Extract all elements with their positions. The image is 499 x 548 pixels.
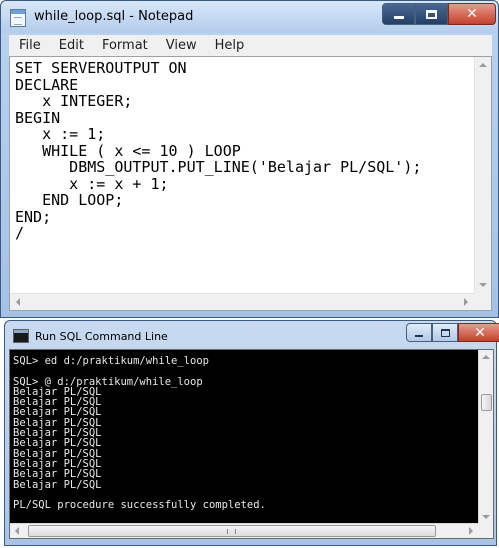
minimize-icon <box>415 335 423 337</box>
close-icon: ✕ <box>466 6 478 22</box>
menu-view[interactable]: View <box>157 38 206 53</box>
scroll-up-icon[interactable] <box>479 63 487 67</box>
menu-file[interactable]: File <box>9 38 50 53</box>
notepad-resize-grip[interactable] <box>474 293 491 310</box>
menu-help[interactable]: Help <box>206 38 254 53</box>
notepad-text-content[interactable]: SET SERVEROUTPUT ON DECLARE x INTEGER; B… <box>15 60 473 292</box>
scroll-down-icon[interactable] <box>482 515 490 519</box>
close-button[interactable]: ✕ <box>448 3 496 25</box>
maximize-button[interactable] <box>415 3 448 25</box>
menu-edit[interactable]: Edit <box>50 38 93 53</box>
scroll-left-icon[interactable] <box>15 527 19 535</box>
sql-horizontal-scroll-thumb[interactable] <box>28 525 436 537</box>
sql-console[interactable]: SQL> ed d:/praktikum/while_loop SQL> @ d… <box>9 349 494 539</box>
sql-window-title: Run SQL Command Line <box>35 330 168 343</box>
sql-resize-grip[interactable] <box>478 523 493 538</box>
sql-command-window: Run SQL Command Line ✕ SQL> ed d:/prakti… <box>4 320 499 546</box>
maximize-icon <box>426 9 437 19</box>
sql-close-button[interactable]: ✕ <box>458 323 499 342</box>
notepad-editor[interactable]: SET SERVEROUTPUT ON DECLARE x INTEGER; B… <box>9 56 492 311</box>
close-icon: ✕ <box>474 324 486 341</box>
minimize-icon <box>393 15 404 19</box>
notepad-window: while_loop.sql - Notepad ✕ File Edit For… <box>0 0 499 318</box>
scroll-down-icon[interactable] <box>479 283 487 287</box>
notepad-horizontal-scrollbar[interactable] <box>10 293 474 310</box>
sql-vertical-scrollbar[interactable] <box>478 350 493 524</box>
sql-caption-buttons: ✕ <box>406 323 499 342</box>
sql-minimize-button[interactable] <box>406 323 432 342</box>
scroll-right-icon[interactable] <box>469 527 473 535</box>
scroll-left-icon[interactable] <box>16 298 20 306</box>
sql-horizontal-scrollbar[interactable] <box>10 523 478 538</box>
sql-titlebar[interactable]: Run SQL Command Line ✕ <box>5 321 499 349</box>
console-icon[interactable] <box>13 329 29 343</box>
notepad-title: while_loop.sql - Notepad <box>34 9 194 24</box>
sql-maximize-button[interactable] <box>432 323 458 342</box>
menu-format[interactable]: Format <box>93 38 157 53</box>
scroll-right-icon[interactable] <box>464 298 468 306</box>
sql-console-output[interactable]: SQL> ed d:/praktikum/while_loop SQL> @ d… <box>13 356 477 524</box>
notepad-icon[interactable] <box>10 9 26 27</box>
notepad-titlebar[interactable]: while_loop.sql - Notepad ✕ <box>1 1 498 33</box>
sql-vertical-scroll-thumb[interactable] <box>481 394 492 411</box>
notepad-menubar: File Edit Format View Help <box>9 35 492 56</box>
notepad-caption-buttons: ✕ <box>382 3 496 25</box>
scroll-up-icon[interactable] <box>482 355 490 359</box>
maximize-icon <box>440 328 450 337</box>
minimize-button[interactable] <box>382 3 415 25</box>
notepad-vertical-scrollbar[interactable] <box>474 57 491 293</box>
